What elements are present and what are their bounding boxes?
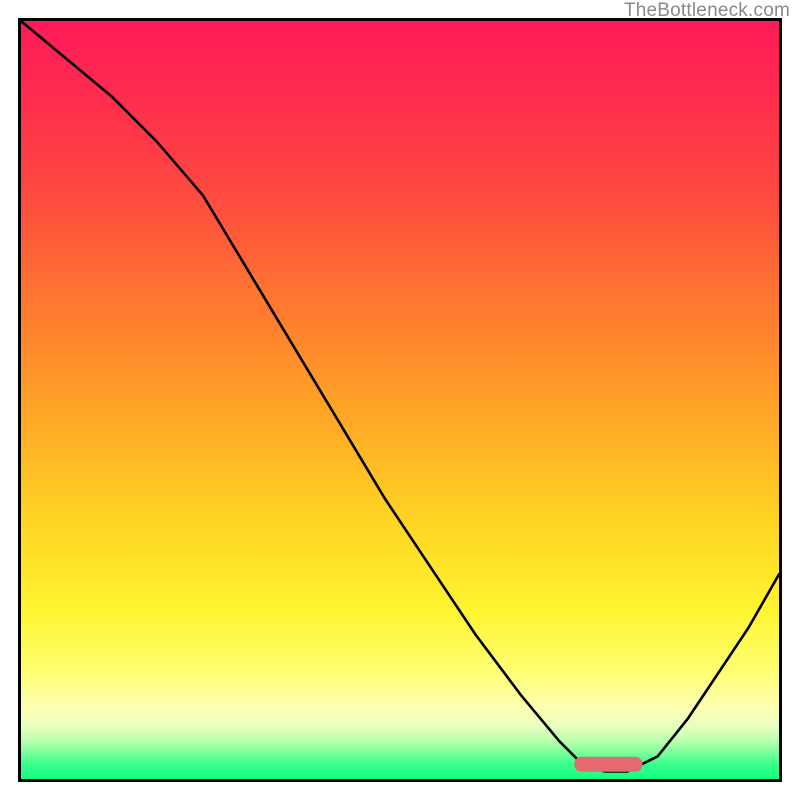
plot-frame	[18, 18, 782, 782]
chart-canvas: TheBottleneck.com	[0, 0, 800, 800]
bottleneck-curve	[21, 21, 779, 771]
optimal-range-marker	[574, 757, 642, 772]
curve-layer	[21, 21, 779, 779]
